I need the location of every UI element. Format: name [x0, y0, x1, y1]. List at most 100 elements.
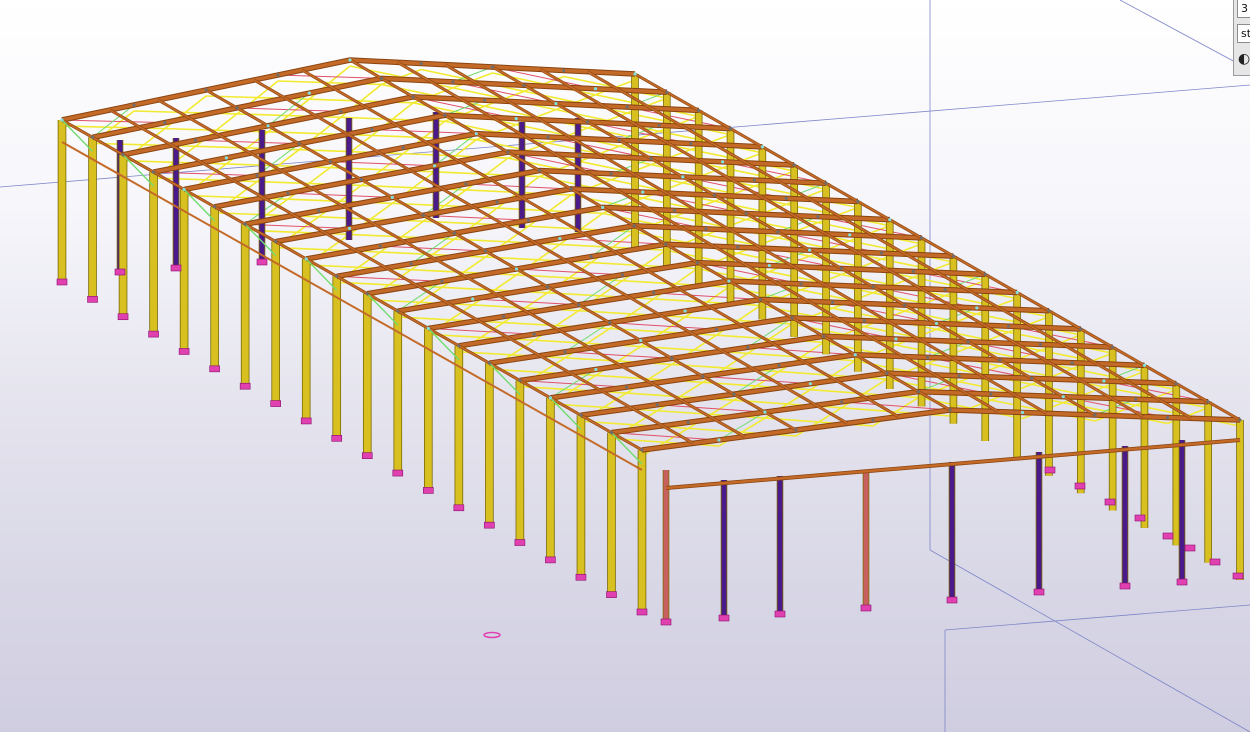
node [339, 109, 343, 113]
base-plate [860, 604, 872, 612]
node [471, 297, 475, 301]
base-plate [1176, 578, 1188, 586]
node [943, 288, 947, 292]
node [546, 135, 550, 139]
node [712, 193, 717, 197]
node [193, 138, 198, 142]
base-plate [1033, 588, 1045, 596]
node [1007, 324, 1011, 328]
roof-bracing [747, 346, 856, 356]
node [593, 87, 598, 91]
base-plate [423, 487, 434, 494]
node [728, 127, 733, 131]
roof-bracing [565, 351, 672, 359]
base-plate [117, 313, 129, 321]
node [537, 168, 542, 173]
node [879, 251, 884, 255]
grid-line [929, 549, 1250, 732]
roof-bracing [153, 171, 258, 177]
node [163, 121, 167, 125]
node [483, 249, 488, 253]
node [916, 389, 921, 394]
node [532, 332, 536, 336]
grid-line [1119, 0, 1250, 71]
node [808, 382, 812, 386]
node [121, 153, 125, 157]
node [1079, 327, 1083, 331]
node [681, 175, 685, 179]
node [1029, 376, 1034, 380]
base-plate [946, 596, 958, 604]
base-plate [170, 264, 182, 272]
roof-bracing [657, 404, 765, 413]
base-plate [148, 330, 159, 338]
node [304, 257, 308, 261]
node [495, 200, 499, 204]
purlins-layer [61, 58, 1241, 471]
node [348, 58, 352, 62]
node [744, 211, 748, 216]
node [255, 173, 259, 178]
node [317, 209, 321, 213]
node [526, 218, 531, 222]
node [365, 292, 369, 296]
node [609, 172, 613, 176]
base-plate [1104, 498, 1116, 506]
node [894, 337, 898, 341]
node [925, 355, 930, 359]
node [396, 309, 400, 313]
node [608, 321, 612, 325]
node [90, 135, 95, 139]
name-field[interactable]: st [1237, 24, 1250, 43]
node [752, 178, 757, 182]
node [569, 187, 573, 191]
node [672, 208, 677, 213]
node [1142, 363, 1147, 367]
node [132, 103, 136, 107]
node [727, 279, 731, 283]
node [266, 124, 270, 128]
base-plate [270, 400, 281, 407]
base-plate [178, 348, 190, 355]
base-plate [575, 573, 587, 581]
node [853, 353, 857, 357]
node [714, 327, 719, 331]
node [649, 156, 653, 161]
node [307, 91, 311, 95]
base-plate [774, 610, 786, 618]
node [652, 291, 656, 295]
grid-line [944, 604, 1250, 631]
node [235, 106, 239, 110]
node [903, 303, 907, 307]
base-plate [331, 435, 343, 442]
base-plate [718, 614, 730, 622]
node [620, 273, 625, 277]
node [1061, 395, 1065, 399]
eye-icon[interactable]: ◐ [1238, 50, 1250, 68]
node [562, 68, 566, 73]
roof-bracing [195, 139, 300, 145]
node [665, 90, 669, 94]
3d-model-viewport[interactable] [0, 0, 1250, 732]
node [1134, 397, 1138, 401]
node [632, 224, 636, 228]
base-plate [1232, 572, 1244, 580]
node [579, 413, 583, 417]
base-plate [361, 452, 373, 459]
node [777, 363, 781, 368]
base-plate [87, 296, 98, 303]
node [701, 374, 705, 378]
node [1047, 309, 1051, 313]
node [390, 195, 394, 199]
node [885, 371, 889, 375]
base-plate [660, 618, 672, 626]
node [548, 396, 553, 400]
value-field[interactable]: 3 [1237, 0, 1250, 18]
node [482, 98, 487, 102]
node [816, 215, 820, 219]
node [625, 385, 629, 389]
node [452, 231, 457, 235]
node [274, 239, 278, 244]
node [683, 309, 687, 313]
node [697, 108, 701, 113]
